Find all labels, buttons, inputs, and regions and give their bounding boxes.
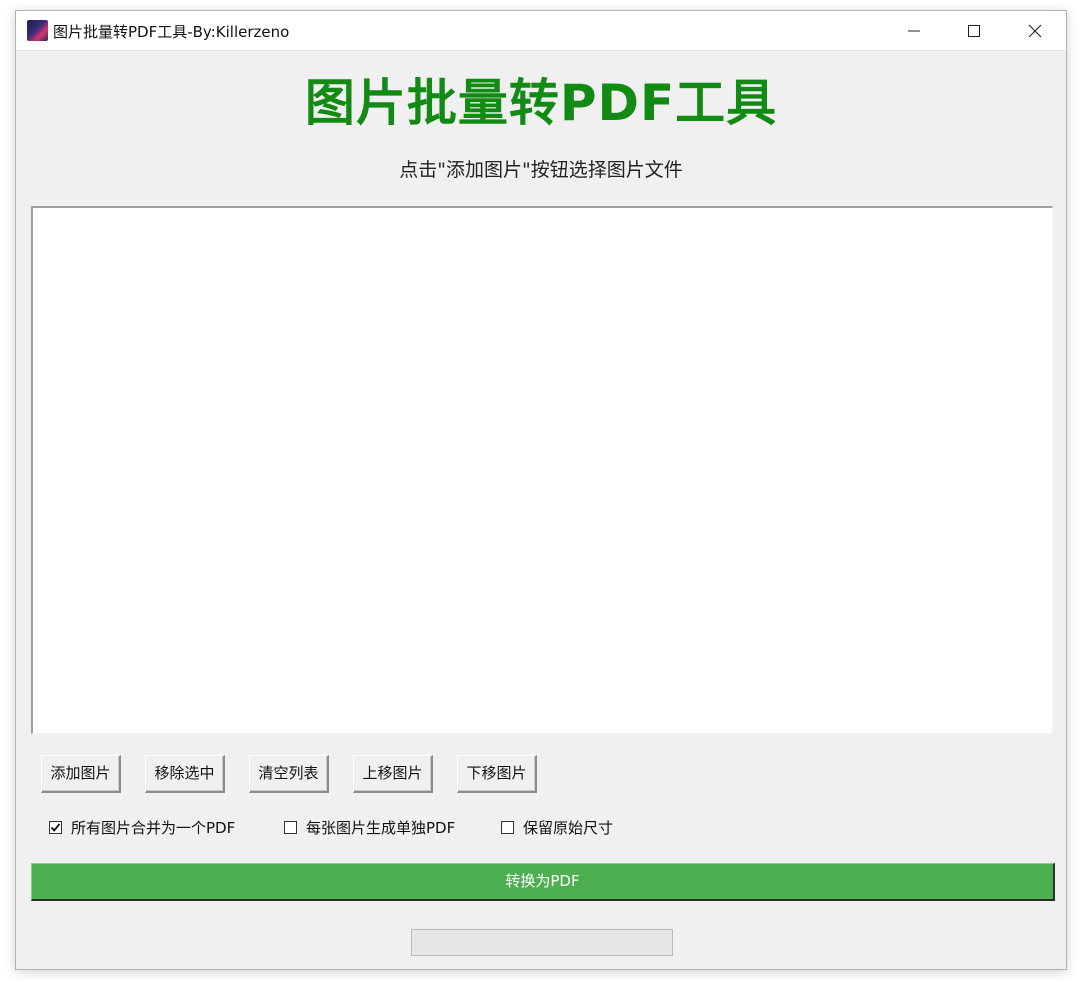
separate-each-checkbox[interactable]: [284, 820, 297, 834]
minimize-icon: [908, 30, 920, 31]
app-heading: 图片批量转PDF工具: [304, 74, 778, 132]
app-window: 图片批量转PDF工具-By:Killerzeno 图片批量转PDF工具 点击"添…: [15, 10, 1067, 970]
minimize-button[interactable]: [885, 11, 943, 50]
move-up-button[interactable]: 上移图片: [353, 755, 433, 793]
merge-all-label: 所有图片合并为一个PDF: [71, 818, 236, 837]
conversion-progress-bar: [411, 929, 673, 956]
add-images-button[interactable]: 添加图片: [41, 755, 121, 793]
window-title: 图片批量转PDF工具-By:Killerzeno: [53, 23, 290, 41]
separate-each-option[interactable]: 每张图片生成单独PDF: [284, 816, 455, 838]
move-down-button[interactable]: 下移图片: [457, 755, 537, 793]
title-bar: 图片批量转PDF工具-By:Killerzeno: [16, 11, 1066, 51]
convert-to-pdf-button[interactable]: 转换为PDF: [31, 863, 1055, 901]
remove-selected-button[interactable]: 移除选中: [145, 755, 225, 793]
maximize-icon: [968, 24, 980, 37]
close-icon: [1028, 24, 1042, 37]
keep-size-option[interactable]: 保留原始尺寸: [501, 816, 613, 838]
app-icon: [27, 20, 48, 41]
close-button[interactable]: [1006, 11, 1064, 50]
keep-size-checkbox[interactable]: [501, 820, 514, 834]
instruction-text: 点击"添加图片"按钮选择图片文件: [399, 159, 683, 181]
separate-each-label: 每张图片生成单独PDF: [306, 818, 456, 837]
image-listbox[interactable]: [31, 206, 1053, 734]
maximize-button[interactable]: [945, 11, 1003, 50]
checkmark-icon: [50, 822, 61, 832]
keep-size-label: 保留原始尺寸: [523, 818, 614, 837]
merge-all-option[interactable]: 所有图片合并为一个PDF: [49, 816, 235, 838]
clear-list-button[interactable]: 清空列表: [249, 755, 329, 793]
merge-all-checkbox[interactable]: [49, 820, 62, 834]
